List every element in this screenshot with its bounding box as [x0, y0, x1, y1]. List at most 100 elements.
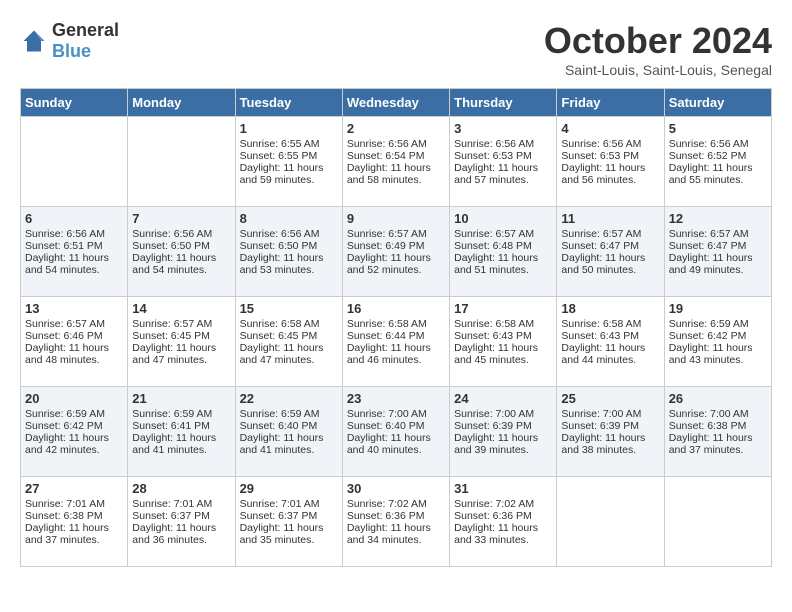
- daylight-text: Daylight: 11 hours and 41 minutes.: [240, 432, 338, 456]
- sunset-text: Sunset: 6:50 PM: [132, 240, 230, 252]
- sunset-text: Sunset: 6:54 PM: [347, 150, 445, 162]
- sunrise-text: Sunrise: 7:01 AM: [240, 498, 338, 510]
- logo-icon: [20, 27, 48, 55]
- daylight-text: Daylight: 11 hours and 35 minutes.: [240, 522, 338, 546]
- sunset-text: Sunset: 6:40 PM: [347, 420, 445, 432]
- sunset-text: Sunset: 6:36 PM: [454, 510, 552, 522]
- daylight-text: Daylight: 11 hours and 57 minutes.: [454, 162, 552, 186]
- sunset-text: Sunset: 6:37 PM: [240, 510, 338, 522]
- sunrise-text: Sunrise: 6:58 AM: [561, 318, 659, 330]
- daylight-text: Daylight: 11 hours and 51 minutes.: [454, 252, 552, 276]
- daylight-text: Daylight: 11 hours and 55 minutes.: [669, 162, 767, 186]
- daylight-text: Daylight: 11 hours and 39 minutes.: [454, 432, 552, 456]
- sunset-text: Sunset: 6:38 PM: [25, 510, 123, 522]
- sunrise-text: Sunrise: 6:56 AM: [240, 228, 338, 240]
- daylight-text: Daylight: 11 hours and 47 minutes.: [132, 342, 230, 366]
- sunrise-text: Sunrise: 6:57 AM: [561, 228, 659, 240]
- calendar-cell: [128, 117, 235, 207]
- calendar-cell: 8 Sunrise: 6:56 AM Sunset: 6:50 PM Dayli…: [235, 207, 342, 297]
- daylight-text: Daylight: 11 hours and 56 minutes.: [561, 162, 659, 186]
- sunset-text: Sunset: 6:46 PM: [25, 330, 123, 342]
- sunrise-text: Sunrise: 6:56 AM: [347, 138, 445, 150]
- day-number: 22: [240, 391, 338, 406]
- daylight-text: Daylight: 11 hours and 37 minutes.: [669, 432, 767, 456]
- month-title: October 2024: [544, 20, 772, 62]
- sunrise-text: Sunrise: 6:56 AM: [454, 138, 552, 150]
- day-header-thursday: Thursday: [450, 89, 557, 117]
- daylight-text: Daylight: 11 hours and 38 minutes.: [561, 432, 659, 456]
- daylight-text: Daylight: 11 hours and 34 minutes.: [347, 522, 445, 546]
- daylight-text: Daylight: 11 hours and 54 minutes.: [132, 252, 230, 276]
- calendar-cell: 31 Sunrise: 7:02 AM Sunset: 6:36 PM Dayl…: [450, 477, 557, 567]
- sunset-text: Sunset: 6:49 PM: [347, 240, 445, 252]
- sunrise-text: Sunrise: 6:55 AM: [240, 138, 338, 150]
- calendar-cell: 4 Sunrise: 6:56 AM Sunset: 6:53 PM Dayli…: [557, 117, 664, 207]
- day-number: 5: [669, 121, 767, 136]
- day-number: 2: [347, 121, 445, 136]
- sunrise-text: Sunrise: 6:56 AM: [669, 138, 767, 150]
- sunrise-text: Sunrise: 7:00 AM: [669, 408, 767, 420]
- daylight-text: Daylight: 11 hours and 42 minutes.: [25, 432, 123, 456]
- calendar-cell: 21 Sunrise: 6:59 AM Sunset: 6:41 PM Dayl…: [128, 387, 235, 477]
- calendar-week-row: 27 Sunrise: 7:01 AM Sunset: 6:38 PM Dayl…: [21, 477, 772, 567]
- day-number: 24: [454, 391, 552, 406]
- title-block: October 2024 Saint-Louis, Saint-Louis, S…: [544, 20, 772, 78]
- daylight-text: Daylight: 11 hours and 41 minutes.: [132, 432, 230, 456]
- calendar-cell: 26 Sunrise: 7:00 AM Sunset: 6:38 PM Dayl…: [664, 387, 771, 477]
- sunrise-text: Sunrise: 6:58 AM: [347, 318, 445, 330]
- sunrise-text: Sunrise: 6:58 AM: [240, 318, 338, 330]
- logo-general-text: General: [52, 20, 119, 40]
- calendar-cell: [664, 477, 771, 567]
- calendar-cell: 14 Sunrise: 6:57 AM Sunset: 6:45 PM Dayl…: [128, 297, 235, 387]
- daylight-text: Daylight: 11 hours and 36 minutes.: [132, 522, 230, 546]
- sunrise-text: Sunrise: 6:59 AM: [240, 408, 338, 420]
- sunset-text: Sunset: 6:53 PM: [561, 150, 659, 162]
- day-number: 17: [454, 301, 552, 316]
- daylight-text: Daylight: 11 hours and 37 minutes.: [25, 522, 123, 546]
- calendar-cell: [21, 117, 128, 207]
- daylight-text: Daylight: 11 hours and 44 minutes.: [561, 342, 659, 366]
- sunset-text: Sunset: 6:55 PM: [240, 150, 338, 162]
- sunrise-text: Sunrise: 7:01 AM: [25, 498, 123, 510]
- calendar-cell: 5 Sunrise: 6:56 AM Sunset: 6:52 PM Dayli…: [664, 117, 771, 207]
- day-number: 28: [132, 481, 230, 496]
- sunset-text: Sunset: 6:47 PM: [669, 240, 767, 252]
- day-number: 7: [132, 211, 230, 226]
- sunset-text: Sunset: 6:38 PM: [669, 420, 767, 432]
- day-number: 8: [240, 211, 338, 226]
- calendar-table: SundayMondayTuesdayWednesdayThursdayFrid…: [20, 88, 772, 567]
- daylight-text: Daylight: 11 hours and 52 minutes.: [347, 252, 445, 276]
- daylight-text: Daylight: 11 hours and 47 minutes.: [240, 342, 338, 366]
- sunrise-text: Sunrise: 6:57 AM: [454, 228, 552, 240]
- sunrise-text: Sunrise: 6:57 AM: [132, 318, 230, 330]
- daylight-text: Daylight: 11 hours and 40 minutes.: [347, 432, 445, 456]
- day-number: 30: [347, 481, 445, 496]
- sunset-text: Sunset: 6:43 PM: [561, 330, 659, 342]
- day-header-friday: Friday: [557, 89, 664, 117]
- calendar-cell: [557, 477, 664, 567]
- calendar-week-row: 1 Sunrise: 6:55 AM Sunset: 6:55 PM Dayli…: [21, 117, 772, 207]
- sunset-text: Sunset: 6:51 PM: [25, 240, 123, 252]
- calendar-week-row: 13 Sunrise: 6:57 AM Sunset: 6:46 PM Dayl…: [21, 297, 772, 387]
- calendar-cell: 18 Sunrise: 6:58 AM Sunset: 6:43 PM Dayl…: [557, 297, 664, 387]
- calendar-cell: 11 Sunrise: 6:57 AM Sunset: 6:47 PM Dayl…: [557, 207, 664, 297]
- sunrise-text: Sunrise: 6:59 AM: [132, 408, 230, 420]
- daylight-text: Daylight: 11 hours and 54 minutes.: [25, 252, 123, 276]
- daylight-text: Daylight: 11 hours and 49 minutes.: [669, 252, 767, 276]
- day-number: 18: [561, 301, 659, 316]
- daylight-text: Daylight: 11 hours and 50 minutes.: [561, 252, 659, 276]
- calendar-cell: 3 Sunrise: 6:56 AM Sunset: 6:53 PM Dayli…: [450, 117, 557, 207]
- calendar-cell: 9 Sunrise: 6:57 AM Sunset: 6:49 PM Dayli…: [342, 207, 449, 297]
- sunrise-text: Sunrise: 7:02 AM: [454, 498, 552, 510]
- calendar-cell: 24 Sunrise: 7:00 AM Sunset: 6:39 PM Dayl…: [450, 387, 557, 477]
- sunset-text: Sunset: 6:53 PM: [454, 150, 552, 162]
- calendar-header-row: SundayMondayTuesdayWednesdayThursdayFrid…: [21, 89, 772, 117]
- sunrise-text: Sunrise: 6:57 AM: [347, 228, 445, 240]
- sunrise-text: Sunrise: 6:59 AM: [669, 318, 767, 330]
- day-header-tuesday: Tuesday: [235, 89, 342, 117]
- day-number: 23: [347, 391, 445, 406]
- calendar-cell: 30 Sunrise: 7:02 AM Sunset: 6:36 PM Dayl…: [342, 477, 449, 567]
- sunset-text: Sunset: 6:52 PM: [669, 150, 767, 162]
- day-header-wednesday: Wednesday: [342, 89, 449, 117]
- day-number: 21: [132, 391, 230, 406]
